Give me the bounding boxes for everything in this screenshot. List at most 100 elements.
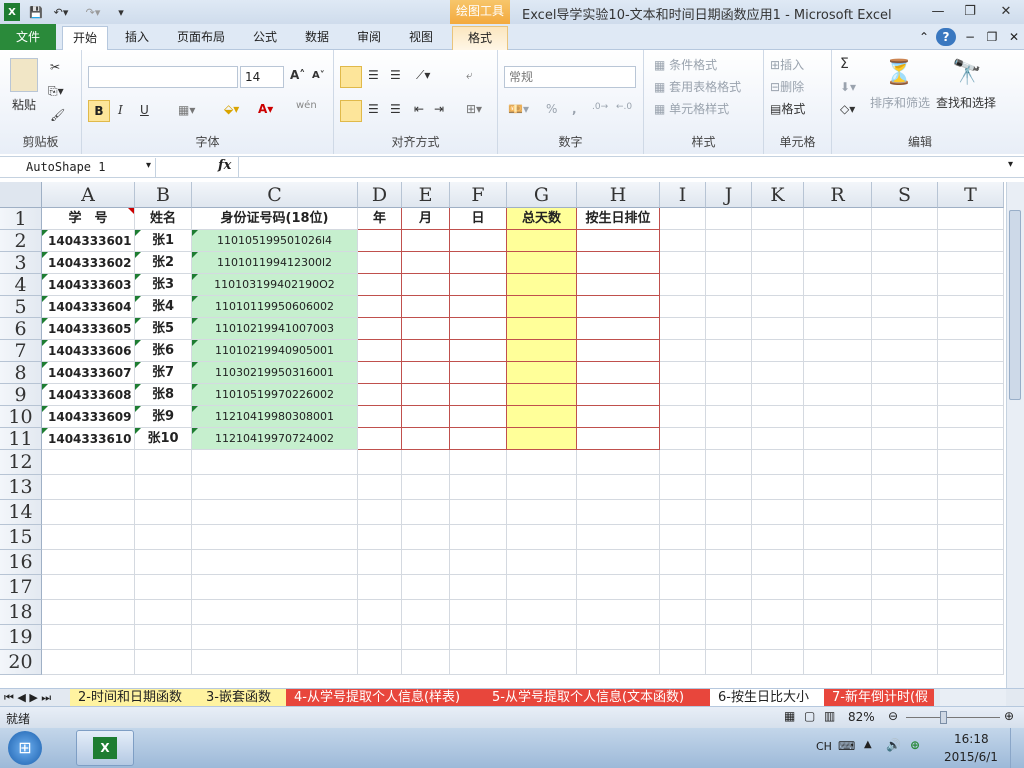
cell-J6[interactable] (706, 318, 752, 340)
cell-E17[interactable] (402, 575, 450, 600)
show-desktop-button[interactable] (1010, 728, 1024, 768)
cell-C16[interactable] (192, 550, 358, 575)
cell-T17[interactable] (938, 575, 1004, 600)
result-cell-F[interactable] (450, 406, 507, 428)
cell-D12[interactable] (358, 450, 402, 475)
cell-R6[interactable] (804, 318, 872, 340)
cell-E15[interactable] (402, 525, 450, 550)
id-number-cell[interactable]: 110103199402190O2 (192, 274, 358, 296)
cell-A17[interactable] (42, 575, 135, 600)
cell-F17[interactable] (450, 575, 507, 600)
taskbar-excel-button[interactable]: X (76, 730, 134, 766)
result-cell-D[interactable] (358, 230, 402, 252)
result-cell-E[interactable] (402, 230, 450, 252)
student-id-cell[interactable]: 1404333602 (42, 252, 135, 274)
result-cell-D[interactable] (358, 274, 402, 296)
result-cell-H[interactable] (577, 406, 660, 428)
cell-C20[interactable] (192, 650, 358, 675)
restore-icon[interactable]: ❐ (956, 2, 984, 22)
cell-I1[interactable] (660, 208, 706, 230)
tab-page-layout[interactable]: 页面布局 (168, 26, 234, 50)
cell-R20[interactable] (804, 650, 872, 675)
row-header-5[interactable]: 5 (0, 296, 42, 318)
decrease-indent-icon[interactable]: ⇤ (414, 102, 424, 116)
cell-K15[interactable] (752, 525, 804, 550)
result-cell-E[interactable] (402, 252, 450, 274)
row-header-15[interactable]: 15 (0, 525, 42, 550)
align-left-icon[interactable] (340, 100, 362, 122)
result-cell-F[interactable] (450, 252, 507, 274)
cell-H16[interactable] (577, 550, 660, 575)
align-bottom-icon[interactable]: ☰ (390, 68, 401, 82)
percent-button[interactable]: % (546, 102, 557, 116)
fx-button[interactable]: fx (218, 158, 231, 173)
cell-D16[interactable] (358, 550, 402, 575)
column-header-E[interactable]: E (402, 182, 450, 208)
cell-I20[interactable] (660, 650, 706, 675)
cell-F16[interactable] (450, 550, 507, 575)
delete-cells-button[interactable]: ⊟删除 (770, 78, 804, 95)
cell-H15[interactable] (577, 525, 660, 550)
cell-S7[interactable] (872, 340, 938, 362)
worksheet-grid[interactable]: ABCDEFGHIJKRST 1 2 3 4 5 6 7 8 9 10 11 12 13 14 15 16 17… (0, 182, 1008, 676)
cell-E13[interactable] (402, 475, 450, 500)
column-header-F[interactable]: F (450, 182, 507, 208)
border-icon[interactable]: ▦▾ (178, 103, 195, 117)
cell-T9[interactable] (938, 384, 1004, 406)
paste-icon[interactable] (10, 58, 38, 92)
result-cell-G[interactable] (507, 296, 577, 318)
id-number-cell[interactable]: 11210419970724002 (192, 428, 358, 450)
cut-icon[interactable]: ✂ (50, 60, 60, 74)
cell-T11[interactable] (938, 428, 1004, 450)
cell-T3[interactable] (938, 252, 1004, 274)
header-H[interactable]: 按生日排位 (577, 208, 660, 230)
cell-C12[interactable] (192, 450, 358, 475)
sheet-tab-3[interactable]: 3-嵌套函数 (198, 689, 286, 707)
row-header-2[interactable]: 2 (0, 230, 42, 252)
cell-H12[interactable] (577, 450, 660, 475)
cell-R12[interactable] (804, 450, 872, 475)
row-header-11[interactable]: 11 (0, 428, 42, 450)
row-header-12[interactable]: 12 (0, 450, 42, 475)
cell-J2[interactable] (706, 230, 752, 252)
cell-E20[interactable] (402, 650, 450, 675)
student-name-cell[interactable]: 张5 (135, 318, 192, 340)
merge-cells-icon[interactable]: ⊞▾ (466, 102, 482, 116)
cell-S11[interactable] (872, 428, 938, 450)
student-name-cell[interactable]: 张7 (135, 362, 192, 384)
tab-formulas[interactable]: 公式 (244, 26, 286, 50)
cell-J8[interactable] (706, 362, 752, 384)
result-cell-E[interactable] (402, 428, 450, 450)
cell-I13[interactable] (660, 475, 706, 500)
sort-filter-button[interactable]: 排序和筛选 (870, 94, 930, 111)
cell-S13[interactable] (872, 475, 938, 500)
cell-T8[interactable] (938, 362, 1004, 384)
header-E[interactable]: 月 (402, 208, 450, 230)
cell-K14[interactable] (752, 500, 804, 525)
sheet-tab-2[interactable]: 2-时间和日期函数 (70, 689, 198, 707)
result-cell-E[interactable] (402, 384, 450, 406)
result-cell-E[interactable] (402, 362, 450, 384)
cell-I15[interactable] (660, 525, 706, 550)
row-header-6[interactable]: 6 (0, 318, 42, 340)
cell-E14[interactable] (402, 500, 450, 525)
cell-R15[interactable] (804, 525, 872, 550)
cell-T12[interactable] (938, 450, 1004, 475)
cell-R18[interactable] (804, 600, 872, 625)
cell-G15[interactable] (507, 525, 577, 550)
scroll-thumb[interactable] (1009, 210, 1021, 400)
decrease-decimal-icon[interactable]: ←.0 (616, 102, 632, 112)
result-cell-F[interactable] (450, 384, 507, 406)
result-cell-F[interactable] (450, 296, 507, 318)
cell-D17[interactable] (358, 575, 402, 600)
column-header-R[interactable]: R (804, 182, 872, 208)
row-header-17[interactable]: 17 (0, 575, 42, 600)
cell-J5[interactable] (706, 296, 752, 318)
cell-G20[interactable] (507, 650, 577, 675)
result-cell-E[interactable] (402, 340, 450, 362)
column-header-B[interactable]: B (135, 182, 192, 208)
student-name-cell[interactable]: 张3 (135, 274, 192, 296)
cell-R13[interactable] (804, 475, 872, 500)
header-F[interactable]: 日 (450, 208, 507, 230)
cell-I12[interactable] (660, 450, 706, 475)
